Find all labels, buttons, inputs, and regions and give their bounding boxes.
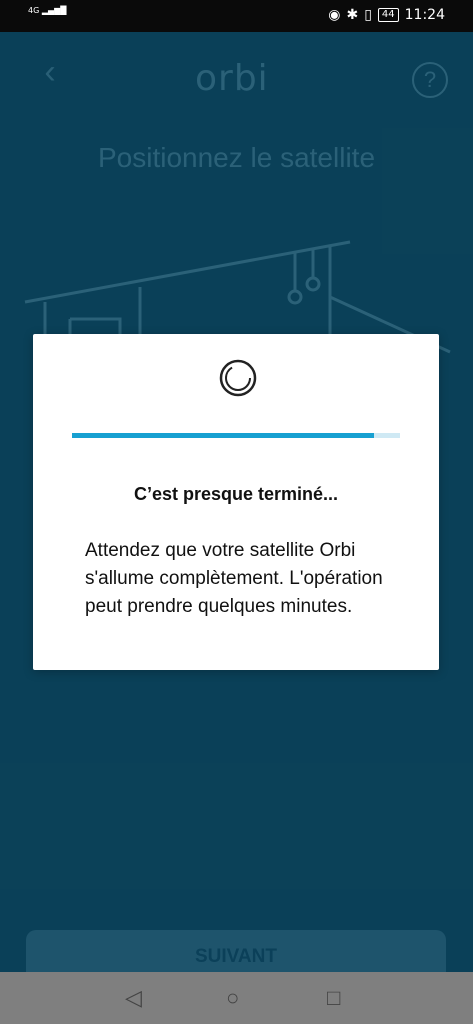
status-right: ◉ ✱ ▯ 44 11:24 [328, 7, 445, 23]
loading-spinner-icon [219, 359, 257, 397]
dialog-title: C’est presque terminé... [133, 484, 339, 504]
progress-bar [72, 433, 400, 438]
battery-icon: 44 [377, 8, 399, 22]
system-nav-bar: ◁ ○ □ [0, 972, 473, 1024]
battery-level: 44 [381, 9, 395, 20]
signal-indicator: 4G ▂▄▆█ [28, 7, 66, 15]
eye-icon: ◉ [328, 7, 341, 23]
home-nav-icon[interactable]: ○ [226, 984, 239, 1012]
network-label: 4G [28, 6, 40, 15]
status-bar: 4G ▂▄▆█ ◉ ✱ ▯ 44 11:24 [0, 0, 473, 32]
progress-bar-fill [72, 433, 374, 438]
signal-icon: ▂▄▆█ [41, 6, 67, 15]
dialog-message: Attendez que votre satellite Orbi s'allu… [85, 540, 383, 617]
recents-nav-icon[interactable]: □ [327, 984, 340, 1012]
vibrate-icon: ▯ [364, 7, 372, 23]
progress-dialog: C’est presque terminé... Attendez que vo… [33, 334, 439, 670]
clock: 11:24 [404, 7, 445, 23]
back-nav-icon[interactable]: ◁ [125, 984, 142, 1012]
bluetooth-icon: ✱ [346, 7, 359, 23]
